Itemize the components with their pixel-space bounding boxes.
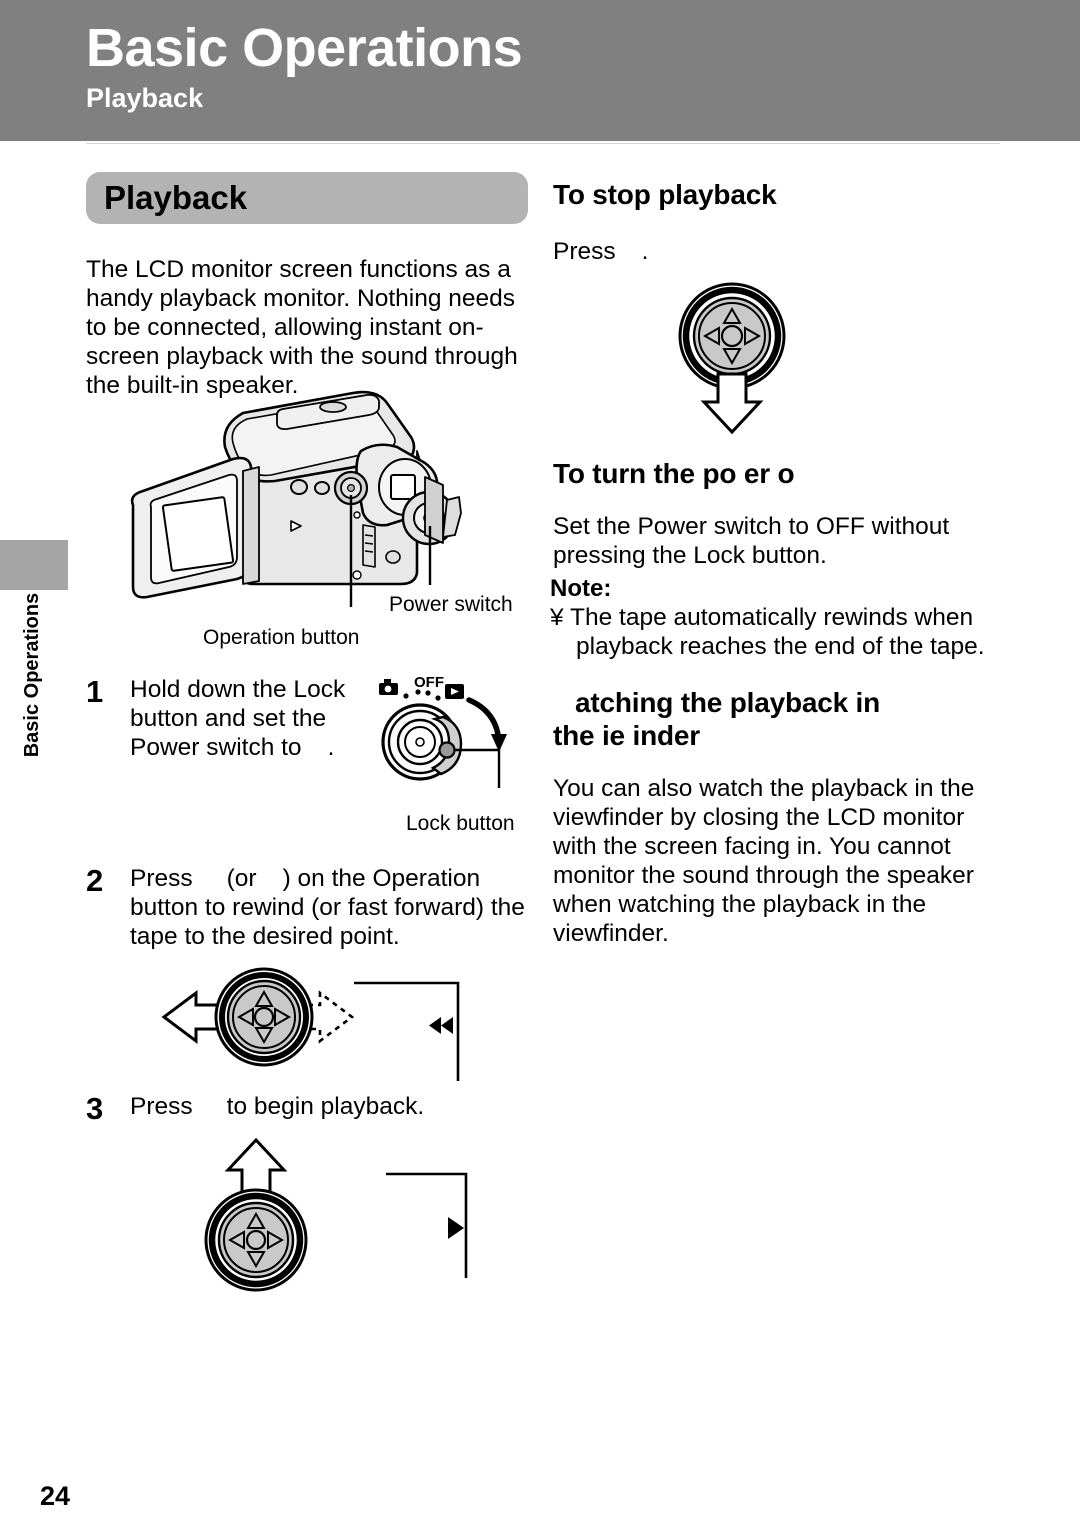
page-title: Basic Operations (86, 18, 523, 78)
viewfinder-heading-line1: atching the playback in (575, 687, 881, 718)
play-box-icon-glyph (445, 684, 464, 699)
viewfinder-block: atching the playback in the ie inder You… (553, 686, 1000, 948)
step-3-text-after: to begin playback. (226, 1093, 425, 1120)
power-dial-illustration: OFF (373, 672, 533, 802)
viewfinder-heading-line2: the ie inder (553, 720, 700, 751)
step-1-number: 1 (86, 674, 104, 709)
operation-button-rewind-illustration (160, 965, 510, 1100)
play-icon-glyph (448, 1217, 464, 1239)
intro-paragraph: The LCD monitor screen functions as a ha… (86, 256, 518, 399)
left-column: Playback The LCD monitor screen function… (86, 172, 528, 400)
step-1-text: Hold down the Lock button and set the Po… (130, 675, 376, 762)
operation-button-caption: Operation button (203, 626, 360, 649)
stop-playback-heading: To stop playback (553, 179, 777, 210)
stop-playback-text-before: Press (553, 238, 616, 265)
step-1-text-after: . (327, 734, 335, 761)
step-3-text-before: Press (130, 1093, 193, 1120)
step-3-number: 3 (86, 1091, 104, 1126)
operation-button-play-illustration (190, 1136, 510, 1306)
power-off-heading: To turn the po er o (553, 458, 795, 489)
svg-text:OFF: OFF (414, 674, 444, 691)
step-3: 3 Press to begin playback. (86, 1092, 526, 1126)
lock-button-caption: Lock button (406, 812, 515, 835)
viewfinder-paragraph: You can also watch the playback in the v… (553, 775, 975, 947)
section-title: Playback (104, 179, 248, 216)
step-2-text-middle: (or (226, 865, 257, 892)
step-2-text: Press (or) on the Operation button to rew… (130, 864, 526, 951)
step-2-number: 2 (86, 863, 104, 898)
camcorder-illustration (125, 385, 525, 615)
step-2-text-before: Press (130, 865, 193, 892)
note-block: Note: ¥ The tape automatically rewinds w… (550, 575, 1000, 661)
note-item-text: The tape automatically rewinds when play… (570, 604, 985, 660)
section-title-pill: Playback (86, 172, 528, 224)
note-bullet: ¥ (550, 604, 564, 631)
side-tab-label: Basic Operations (21, 592, 43, 758)
note-item: ¥ The tape automatically rewinds when pl… (550, 603, 1000, 661)
camera-icon-glyph (379, 679, 398, 695)
rewind-icon-glyph (429, 1017, 453, 1034)
power-off-block: To turn the po er o Set the Power switch… (553, 457, 1000, 570)
operation-button-stop-illustration (672, 278, 852, 438)
step-1-text-before: Hold down the Lock button and set the Po… (130, 676, 346, 761)
header-rule (86, 143, 1000, 144)
document-page: Basic Operations Playback Basic Operatio… (0, 0, 1080, 1534)
note-title: Note: (550, 575, 612, 602)
stop-playback-text: Press. (553, 237, 1000, 266)
power-off-paragraph: Set the Power switch to OFF without pres… (553, 513, 950, 569)
stop-playback-text-after: . (641, 238, 649, 265)
step-1: 1 Hold down the Lock button and set the … (86, 675, 376, 762)
step-2: 2 Press (or) on the Operation button to r… (86, 864, 526, 951)
step-3-text: Press to begin playback. (130, 1092, 526, 1121)
page-number: 24 (40, 1481, 71, 1511)
right-column: To stop playback Press. (553, 172, 1000, 266)
page-header-subtitle: Playback (86, 83, 204, 113)
power-switch-caption: Power switch (389, 593, 513, 616)
page-header-band: Basic Operations Playback (0, 0, 1080, 141)
